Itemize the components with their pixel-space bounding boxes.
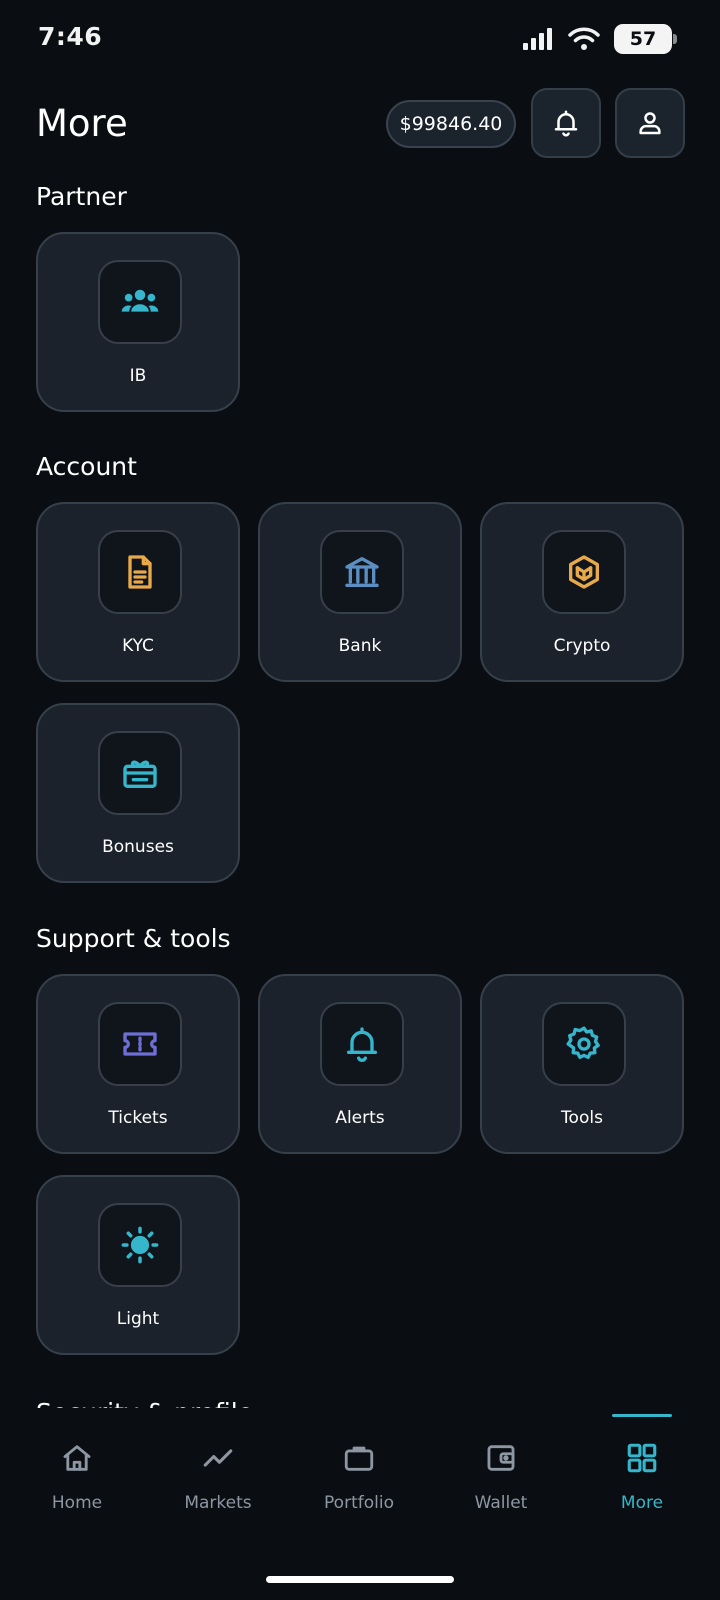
nav-more[interactable]: More — [582, 1414, 702, 1538]
battery-indicator: 57 — [614, 24, 677, 54]
header: More $99846.40 — [0, 88, 720, 160]
nav-label: Wallet — [474, 1493, 528, 1513]
bell-icon — [554, 110, 578, 137]
nav-portfolio[interactable]: Portfolio — [299, 1428, 419, 1538]
section-title-account: Account — [36, 452, 137, 481]
tile-bonuses[interactable]: Bonuses — [36, 703, 240, 883]
tile-label: IB — [129, 366, 147, 386]
bank-icon — [345, 557, 379, 587]
tile-label: KYC — [122, 636, 154, 656]
section-title-security-clip: Security & profile — [36, 1394, 436, 1408]
sun-icon — [121, 1226, 159, 1264]
tile-alerts[interactable]: Alerts — [258, 974, 462, 1154]
tile-kyc[interactable]: KYC — [36, 502, 240, 682]
more-screen: 7:46 57 More $99846.40 Partner IB Accoun… — [0, 0, 720, 1600]
gear-icon — [566, 1026, 600, 1059]
bottom-nav: Home Markets Portfolio Wallet More — [0, 1408, 720, 1600]
wifi-icon — [568, 27, 600, 50]
wallet-icon — [487, 1445, 515, 1471]
nav-markets[interactable]: Markets — [158, 1428, 278, 1538]
nav-home[interactable]: Home — [17, 1428, 137, 1538]
crypto-cube-icon — [569, 555, 599, 589]
tile-label: Crypto — [553, 636, 611, 656]
tile-label: Bonuses — [102, 837, 174, 857]
nav-label: More — [620, 1493, 664, 1513]
section-title-security: Security & profile — [36, 1398, 436, 1408]
status-time: 7:46 — [38, 22, 103, 51]
tile-crypto[interactable]: Crypto — [480, 502, 684, 682]
balance-pill[interactable]: $99846.40 — [386, 100, 516, 148]
notifications-button[interactable] — [531, 88, 601, 158]
tile-bank[interactable]: Bank — [258, 502, 462, 682]
briefcase-icon — [344, 1446, 374, 1471]
tile-label: Bank — [338, 636, 382, 656]
tile-tools[interactable]: Tools — [480, 974, 684, 1154]
ticket-icon — [123, 1032, 157, 1056]
nav-label: Portfolio — [324, 1493, 394, 1513]
active-indicator — [612, 1414, 672, 1417]
tile-light[interactable]: Light — [36, 1175, 240, 1355]
tile-label: Tools — [561, 1108, 603, 1128]
section-title-support: Support & tools — [36, 924, 231, 953]
section-title-partner: Partner — [36, 182, 127, 211]
page-title: More — [36, 102, 128, 145]
status-icons: 57 — [522, 24, 677, 54]
battery-level: 57 — [629, 28, 657, 50]
tile-label: Light — [116, 1309, 160, 1329]
users-group-icon — [121, 289, 159, 312]
home-indicator[interactable] — [266, 1576, 454, 1583]
user-icon — [639, 112, 661, 135]
trend-chart-icon — [203, 1449, 233, 1467]
tile-label: Alerts — [335, 1108, 385, 1128]
balance-value: $99846.40 — [399, 113, 503, 135]
home-icon — [63, 1445, 91, 1471]
gift-icon — [123, 760, 157, 788]
bell-icon — [347, 1027, 377, 1062]
document-icon — [128, 555, 152, 589]
grid-icon — [627, 1443, 657, 1473]
tile-tickets[interactable]: Tickets — [36, 974, 240, 1154]
tile-ib[interactable]: IB — [36, 232, 240, 412]
profile-button[interactable] — [615, 88, 685, 158]
status-bar: 7:46 57 — [0, 0, 720, 80]
cellular-signal-icon — [523, 28, 552, 50]
nav-label: Home — [51, 1493, 103, 1513]
tile-label: Tickets — [108, 1108, 168, 1128]
nav-label: Markets — [184, 1493, 252, 1513]
nav-wallet[interactable]: Wallet — [441, 1428, 561, 1538]
